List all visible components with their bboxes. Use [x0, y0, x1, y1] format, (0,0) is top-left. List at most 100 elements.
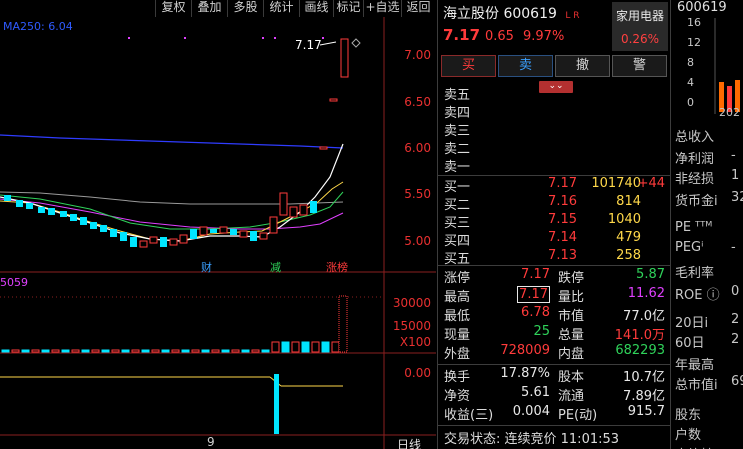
- mark-button[interactable]: 标记: [333, 0, 363, 17]
- stock-flags: L R: [565, 11, 580, 21]
- info-label: 户数: [675, 428, 702, 443]
- bid-price: 7.16: [548, 194, 577, 209]
- info-label: 总市值i: [675, 378, 718, 393]
- info-label: 总收入: [675, 130, 715, 145]
- volume-bar: [81, 349, 90, 353]
- alert-button[interactable]: 警: [612, 55, 667, 77]
- ma-gray-line: [0, 191, 344, 205]
- restore-rights-button[interactable]: 复权: [155, 0, 191, 17]
- candle: [169, 238, 178, 246]
- bid-row[interactable]: 买三 7.15 1040: [438, 212, 671, 231]
- event-reduce[interactable]: 减: [270, 259, 281, 275]
- candle: [16, 200, 23, 207]
- stat-label: 外盘: [444, 347, 471, 362]
- info-value: -: [731, 148, 736, 163]
- bid-row[interactable]: 买四 7.14 479: [438, 230, 671, 249]
- add-watchlist-button[interactable]: +自选: [363, 0, 401, 17]
- price-tick: 6.50: [404, 95, 431, 109]
- stat-row: 现量 25 总量 141.0万: [438, 324, 671, 343]
- fundamental-row: 净资 5.61 流通 7.89亿: [438, 385, 671, 404]
- ask-row[interactable]: 卖五: [438, 84, 671, 103]
- volume-bar: [151, 349, 160, 353]
- candle: [160, 237, 167, 247]
- info-label: 股东: [675, 408, 702, 423]
- sector-box[interactable]: 家用电器 0.26%: [612, 2, 668, 51]
- candle: [190, 229, 197, 239]
- ask-label: 卖三: [444, 124, 471, 139]
- indicator-bar: [274, 374, 279, 434]
- volume-bar: [251, 349, 260, 353]
- ask-row[interactable]: 卖二: [438, 138, 671, 157]
- fund-value: 10.7亿: [623, 370, 665, 385]
- ask-row[interactable]: 卖三: [438, 120, 671, 139]
- cancel-order-button[interactable]: 撤: [555, 55, 610, 77]
- price-tick: 6.00: [404, 141, 431, 155]
- candle: [139, 240, 148, 248]
- info-panel: 600619 1612840 202 总收入净利润-非经损1货币金i32PE ᵀ…: [670, 0, 743, 449]
- info-label: 户均持: [675, 444, 714, 449]
- volume-bar: [221, 349, 230, 353]
- info-label: 20日i: [675, 316, 709, 331]
- period-label[interactable]: 日线: [397, 436, 421, 449]
- volume-bar: [1, 349, 10, 353]
- diamond-icon[interactable]: [351, 38, 361, 48]
- buy-button[interactable]: 买: [441, 55, 496, 77]
- volume-bar: [131, 349, 140, 353]
- event-financial[interactable]: 财: [201, 259, 212, 275]
- bid-label: 买一: [444, 180, 471, 195]
- back-button[interactable]: 返回: [401, 0, 435, 17]
- candle: [48, 208, 55, 215]
- volume-unit: X100: [399, 335, 431, 349]
- volume-bar: [141, 349, 150, 353]
- stat-value: 141.0万: [614, 328, 665, 343]
- kline-chart[interactable]: 7.17 9: [0, 17, 436, 449]
- fund-label: PE(动): [558, 408, 598, 423]
- bid-label: 买三: [444, 216, 471, 231]
- ma250-line: [0, 134, 344, 149]
- stat-row: 最低 6.78 市值 77.0亿: [438, 305, 671, 324]
- bid-volume: 1040: [607, 212, 641, 227]
- candle: [279, 192, 288, 216]
- bid-row[interactable]: 买五 7.13 258: [438, 248, 671, 267]
- ask-row[interactable]: 卖四: [438, 102, 671, 121]
- bid-volume: 479: [616, 230, 641, 245]
- stat-row: 外盘 728009 内盘 682293: [438, 343, 671, 362]
- stat-value: 682293: [615, 343, 665, 358]
- stat-value: 7.17: [517, 286, 550, 303]
- candle: [90, 222, 97, 229]
- statistics-button[interactable]: 统计: [263, 0, 299, 17]
- overlay-button[interactable]: 叠加: [191, 0, 227, 17]
- price-tick: 7.00: [404, 48, 431, 62]
- volume-tick: 15000: [392, 319, 431, 333]
- candle: [80, 217, 87, 225]
- bid-row[interactable]: 买二 7.16 814: [438, 194, 671, 213]
- multi-stock-button[interactable]: 多股: [227, 0, 263, 17]
- ask-row[interactable]: 卖一: [438, 156, 671, 175]
- event-limit-up[interactable]: 涨榜: [326, 259, 348, 275]
- stock-name: 海立股份: [443, 6, 499, 22]
- trade-state: 交易状态: 连续竞价 11:01:53: [444, 432, 620, 447]
- candle: [26, 203, 33, 209]
- volume-bar: [91, 349, 100, 353]
- ma250-label: MA250: 6.04: [3, 20, 73, 33]
- fund-value: 7.89亿: [623, 389, 665, 404]
- info-label: PE ᵀᵀᴹ: [675, 220, 713, 235]
- sell-button[interactable]: 卖: [498, 55, 553, 77]
- stat-value: 728009: [500, 343, 550, 358]
- fund-value: 915.7: [627, 404, 665, 419]
- volume-bar: [31, 349, 40, 353]
- bid-row[interactable]: 买一 7.17 101740 +44: [438, 176, 671, 195]
- stat-row: 涨停 7.17 跌停 5.87: [438, 267, 671, 286]
- stock-title: 海立股份 600619 L R: [443, 3, 580, 23]
- info-value: -: [731, 240, 736, 255]
- volume-series: [1, 295, 348, 353]
- candle: [149, 236, 158, 244]
- info-value: 0: [731, 284, 740, 299]
- info-code: 600619: [677, 0, 727, 15]
- draw-line-button[interactable]: 画线: [299, 0, 333, 17]
- peak-label: 7.17: [295, 38, 322, 52]
- ask-label: 卖二: [444, 142, 471, 157]
- price-tick: 5.00: [404, 234, 431, 248]
- sector-change: 0.26%: [620, 32, 660, 46]
- stat-label: 涨停: [444, 271, 471, 286]
